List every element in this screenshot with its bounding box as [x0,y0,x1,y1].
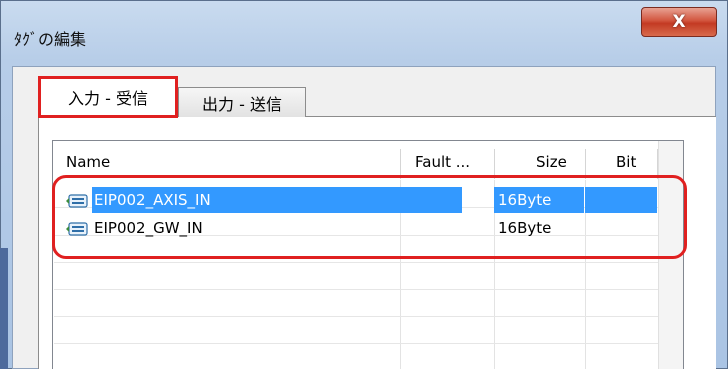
column-header-size[interactable]: Size [536,149,586,175]
table-row[interactable]: EIP002_GW_IN 16Byte [60,215,658,241]
tab-label: 入力 - 受信 [68,89,148,108]
column-header-name[interactable]: Name [66,149,396,175]
background-window-edge [0,248,8,369]
column-divider[interactable] [400,149,401,179]
column-divider[interactable] [494,149,495,179]
tag-icon [66,194,88,208]
tab-output-send[interactable]: 出力 - 送信 [178,87,306,117]
grid-line [54,343,658,344]
tag-name: EIP002_GW_IN [94,219,203,237]
table-row[interactable]: EIP002_AXIS_IN 16Byte [60,187,658,213]
grid-line [54,289,658,290]
column-header-bit[interactable]: Bit [616,149,656,175]
window-title: ﾀｸﾞの編集 [14,30,87,49]
tag-name: EIP002_AXIS_IN [94,191,211,209]
tag-size: 16Byte [498,219,552,237]
close-icon: X [672,12,686,32]
column-header-fault[interactable]: Fault ... [415,149,495,175]
tab-input-receive[interactable]: 入力 - 受信 [38,76,178,118]
column-divider[interactable] [585,149,586,179]
grid-line [54,316,658,317]
selection-highlight [585,187,657,213]
tag-size: 16Byte [498,191,552,209]
vertical-scrollbar[interactable] [658,141,683,369]
tag-icon [66,222,88,236]
close-button[interactable]: X [641,7,717,37]
tab-label: 出力 - 送信 [202,94,282,114]
grid-line [54,262,658,263]
